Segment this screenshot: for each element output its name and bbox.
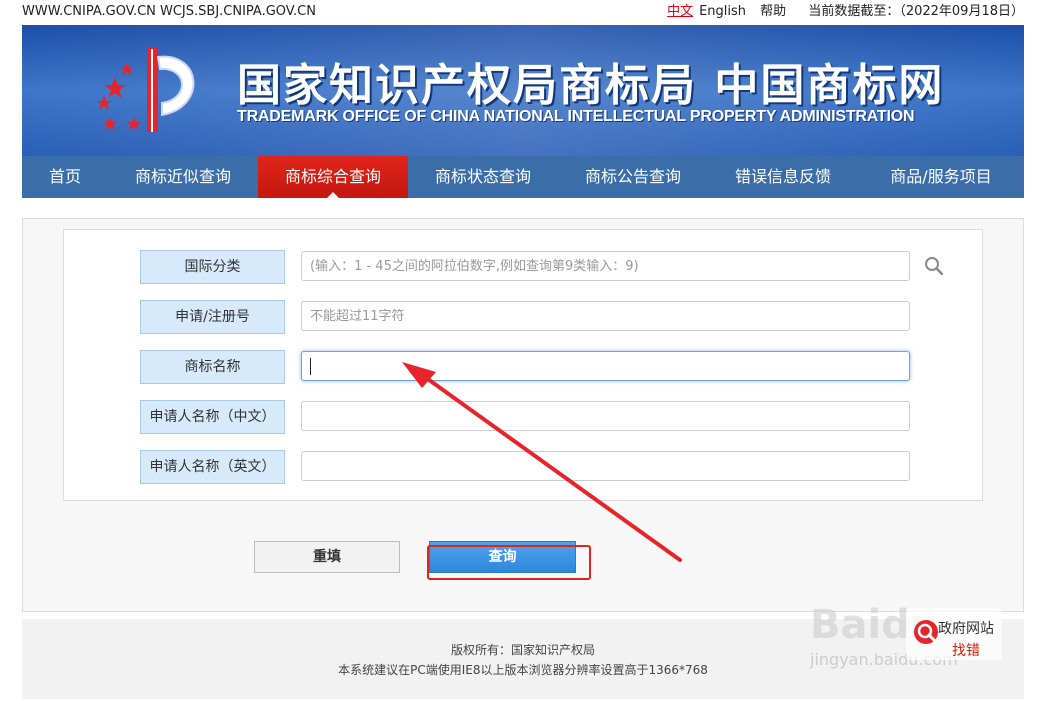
lang-en-link[interactable]: English	[699, 4, 746, 19]
nav-similar-search[interactable]: 商标近似查询	[108, 156, 258, 198]
class-input[interactable]	[301, 251, 910, 281]
search-panel: 国际分类 申请/注册号 商标名称 申请人名称（中文）	[22, 218, 1024, 612]
banner-subtitle: TRADEMARK OFFICE OF CHINA NATIONAL INTEL…	[237, 108, 915, 125]
data-date: 当前数据截至：（2022年09月18日）	[808, 4, 1024, 19]
cnipa-logo-icon	[96, 47, 195, 132]
nav-status-search[interactable]: 商标状态查询	[408, 156, 558, 198]
field-label-applicant-cn: 申请人名称（中文）	[140, 400, 285, 434]
top-bar: WWW.CNIPA.GOV.CN WCJS.SBJ.CNIPA.GOV.CN 中…	[22, 0, 1024, 24]
header-banner: 国家知识产权局商标局 中国商标网 TRADEMARK OFFICE OF CHI…	[22, 25, 1024, 156]
search-form: 国际分类 申请/注册号 商标名称 申请人名称（中文）	[63, 229, 983, 501]
form-row-reg-number: 申请/注册号	[140, 300, 940, 334]
main-nav: 首页 商标近似查询 商标综合查询 商标状态查询 商标公告查询 错误信息反馈 商品…	[22, 156, 1024, 198]
footer: 版权所有：国家知识产权局 本系统建议在PC端使用IE8以上版本浏览器分辨率设置高…	[22, 619, 1024, 699]
text-cursor	[310, 358, 311, 375]
trademark-name-input[interactable]	[301, 351, 910, 381]
lang-zh-link[interactable]: 中文	[667, 4, 693, 19]
search-icon[interactable]	[922, 254, 946, 278]
field-label-applicant-en: 申请人名称（英文）	[140, 450, 285, 484]
applicant-cn-input[interactable]	[301, 401, 910, 431]
nav-goods-services[interactable]: 商品/服务项目	[858, 156, 1024, 198]
applicant-en-input[interactable]	[301, 451, 910, 481]
nav-home[interactable]: 首页	[22, 156, 108, 198]
form-row-trademark-name: 商标名称	[140, 350, 940, 384]
field-label-class: 国际分类	[140, 250, 285, 284]
nav-announcement-search[interactable]: 商标公告查询	[558, 156, 708, 198]
nav-comprehensive-search[interactable]: 商标综合查询	[258, 156, 408, 198]
field-label-reg-number: 申请/注册号	[140, 300, 285, 334]
help-link[interactable]: 帮助	[760, 4, 786, 19]
reg-number-input[interactable]	[301, 301, 910, 331]
banner-title: 国家知识产权局商标局 中国商标网	[237, 60, 945, 111]
nav-error-feedback[interactable]: 错误信息反馈	[708, 156, 858, 198]
page: WWW.CNIPA.GOV.CN WCJS.SBJ.CNIPA.GOV.CN 中…	[0, 0, 1053, 703]
form-row-class: 国际分类	[140, 250, 944, 284]
query-button[interactable]: 查询	[429, 541, 576, 573]
form-row-applicant-cn: 申请人名称（中文）	[140, 400, 940, 434]
footer-browser-note: 本系统建议在PC端使用IE8以上版本浏览器分辨率设置高于1366*768	[338, 663, 708, 677]
field-label-trademark-name: 商标名称	[140, 350, 285, 384]
reset-button[interactable]: 重填	[254, 541, 400, 573]
footer-copyright: 版权所有：国家知识产权局	[450, 643, 595, 657]
form-row-applicant-en: 申请人名称（英文）	[140, 450, 940, 484]
site-domains: WWW.CNIPA.GOV.CN WCJS.SBJ.CNIPA.GOV.CN	[22, 4, 316, 19]
top-links: 中文 English 帮助 当前数据截至：（2022年09月18日）	[657, 0, 1024, 24]
